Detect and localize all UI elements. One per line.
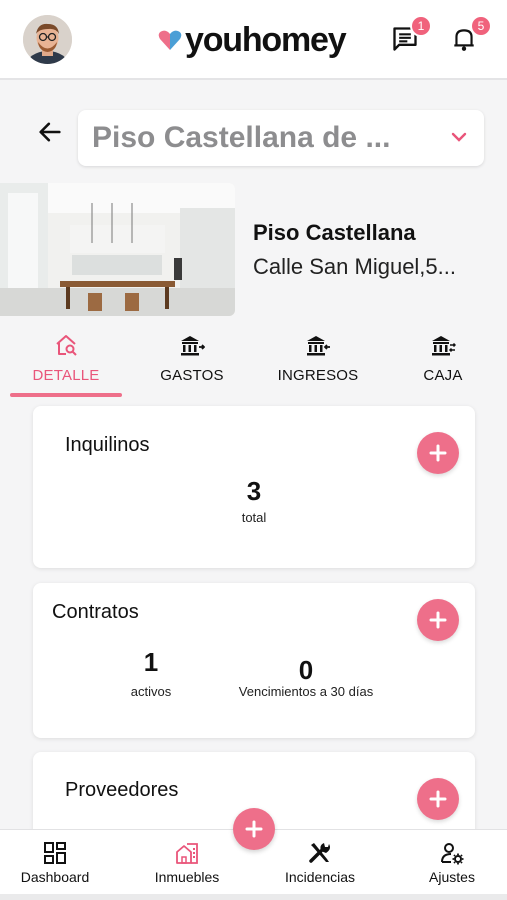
tab-gastos[interactable]: GASTOS <box>152 328 232 398</box>
plus-icon <box>429 444 447 462</box>
card-title: Contratos <box>52 601 139 623</box>
active-tab-indicator <box>10 393 122 397</box>
app-screen: youhomey 1 5 Piso Castellana de ... Piso… <box>0 0 507 900</box>
plus-icon <box>429 611 447 629</box>
tenant-count-label: total <box>241 510 267 525</box>
expiring-contracts-label: Vencimientos a 30 días <box>238 684 374 699</box>
property-selector-value: Piso Castellana de ... <box>92 121 391 154</box>
nav-inmuebles[interactable]: Inmuebles <box>150 840 224 885</box>
contracts-card[interactable]: Contratos 1 activos 0 Vencimientos a 30 … <box>33 583 475 738</box>
tab-caja[interactable]: CAJA <box>408 328 478 398</box>
nav-label: Incidencias <box>284 869 356 885</box>
tab-detalle[interactable]: DETALLE <box>26 328 106 398</box>
tenant-count: 3 <box>246 476 262 506</box>
building-icon <box>176 843 198 864</box>
nav-ajustes[interactable]: Ajustes <box>420 840 484 885</box>
tenants-card[interactable]: Inquilinos 3 total <box>33 406 475 568</box>
arrow-left-icon <box>39 122 61 142</box>
brand-logo: youhomey <box>158 20 347 60</box>
nav-label: Dashboard <box>20 869 90 885</box>
add-contract-button[interactable] <box>417 599 459 641</box>
tab-label: INGRESOS <box>277 367 359 384</box>
bank-in-icon <box>307 336 330 356</box>
add-supplier-button[interactable] <box>417 778 459 820</box>
property-selector[interactable]: Piso Castellana de ... <box>78 110 484 166</box>
active-contracts-label: activos <box>130 684 172 699</box>
tab-label: GASTOS <box>160 367 224 384</box>
tab-label: DETALLE <box>32 367 100 384</box>
dashboard-icon <box>44 842 66 864</box>
tools-icon <box>309 843 330 863</box>
messages-button[interactable]: 1 <box>391 15 432 55</box>
bank-exchange-icon <box>432 336 456 356</box>
quick-add-button[interactable] <box>233 808 275 850</box>
property-address: Calle San Miguel,5... <box>253 254 456 279</box>
nav-label: Inmuebles <box>154 869 220 885</box>
logo-text: youhomey <box>185 20 347 59</box>
tab-ingresos[interactable]: INGRESOS <box>273 328 363 398</box>
nav-label: Ajustes <box>429 869 475 885</box>
user-settings-icon <box>441 843 464 865</box>
messages-badge: 1 <box>410 15 432 37</box>
add-tenant-button[interactable] <box>417 432 459 474</box>
plus-icon <box>429 790 447 808</box>
notifications-badge: 5 <box>470 15 492 37</box>
property-tabs: DETALLE GASTOS INGRESOS CAJA <box>0 328 507 398</box>
notifications-button[interactable]: 5 <box>451 15 492 55</box>
bank-out-icon <box>181 336 205 356</box>
tab-label: CAJA <box>423 367 463 384</box>
app-header: youhomey 1 5 <box>0 0 507 80</box>
nav-dashboard[interactable]: Dashboard <box>18 840 92 885</box>
house-search-icon <box>56 335 77 356</box>
system-bar <box>0 894 507 900</box>
back-button[interactable] <box>36 118 64 146</box>
chevron-down-icon <box>451 132 467 142</box>
plus-icon <box>245 820 263 838</box>
card-title: Proveedores <box>65 779 179 801</box>
property-name: Piso Castellana <box>253 220 416 245</box>
user-avatar[interactable] <box>23 15 72 64</box>
expiring-contracts-count: 0 <box>298 655 314 685</box>
card-title: Inquilinos <box>65 434 150 456</box>
nav-incidencias[interactable]: Incidencias <box>280 840 360 885</box>
heart-logo-icon <box>158 30 182 50</box>
active-contracts-count: 1 <box>143 647 159 677</box>
property-photo <box>0 183 235 316</box>
